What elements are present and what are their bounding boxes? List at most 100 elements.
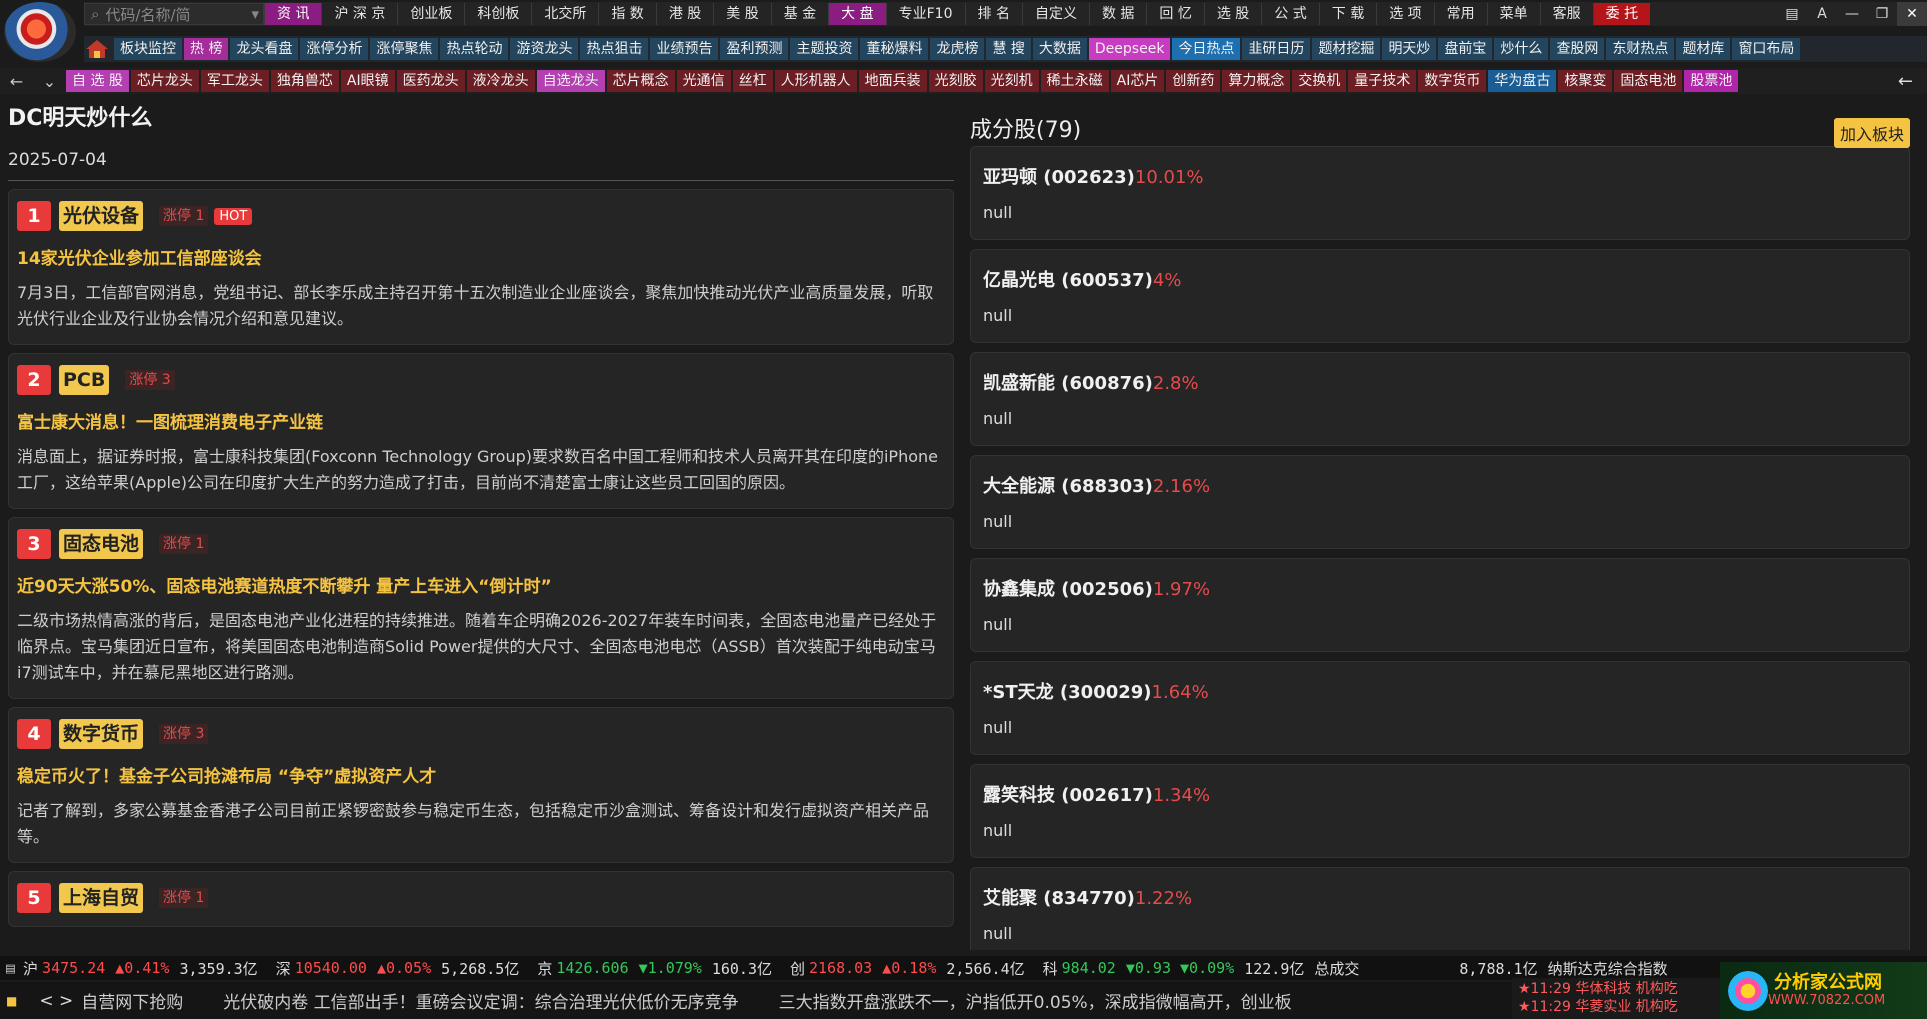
feature-tab[interactable]: 窗口布局 bbox=[1732, 38, 1801, 60]
stock-name[interactable]: 亚玛顿 (002623) bbox=[983, 167, 1135, 188]
sector-tab[interactable]: 核聚变 bbox=[1558, 70, 1613, 92]
ticker-item[interactable]: 三大指数开盘涨跌不一，沪指低开0.05%，深成指微幅高开，创业板 bbox=[779, 988, 1292, 1013]
collapse-arrow-icon[interactable]: ← bbox=[1898, 71, 1913, 92]
feature-tab[interactable]: 东财热点 bbox=[1606, 38, 1675, 60]
sector-tab[interactable]: 液冷龙头 bbox=[466, 70, 535, 92]
sector-tab[interactable]: 人形机器人 bbox=[774, 70, 857, 92]
stock-card[interactable]: 亚玛顿 (002623)10.01% null bbox=[970, 146, 1910, 240]
feature-tab[interactable]: 大数据 bbox=[1032, 38, 1087, 60]
alert-item[interactable]: ★11:29 华体科技 机构吃 bbox=[1518, 980, 1718, 998]
home-icon[interactable] bbox=[84, 38, 110, 60]
app-logo-icon[interactable] bbox=[4, 2, 76, 62]
sector-tag[interactable]: 固态电池 bbox=[59, 529, 144, 559]
sector-tab[interactable]: AI眼镜 bbox=[340, 70, 395, 92]
sector-tab[interactable]: 交换机 bbox=[1292, 70, 1347, 92]
stock-name[interactable]: 协鑫集成 (002506) bbox=[983, 579, 1153, 600]
minimize-icon[interactable]: — bbox=[1837, 2, 1867, 26]
feature-tab[interactable]: 热 榜 bbox=[184, 38, 229, 60]
menu-button[interactable]: 排 名 bbox=[964, 3, 1022, 25]
sector-tab[interactable]: 地面兵装 bbox=[858, 70, 927, 92]
sector-tab[interactable]: 稀土永磁 bbox=[1040, 70, 1109, 92]
news-card[interactable]: 3 固态电池 涨停 1 近90天大涨50%、固态电池赛道热度不断攀升 量产上车进入“倒… bbox=[8, 517, 954, 699]
kc-label[interactable]: 科 bbox=[1043, 958, 1058, 979]
sector-tag[interactable]: 上海自贸 bbox=[59, 883, 144, 913]
sector-tab[interactable]: 光刻机 bbox=[984, 70, 1039, 92]
menu-button[interactable]: 选 股 bbox=[1203, 3, 1261, 25]
feature-tab[interactable]: 涨停聚焦 bbox=[370, 38, 439, 60]
stock-card[interactable]: 艾能聚 (834770)1.22% null bbox=[970, 867, 1910, 950]
menu-button[interactable]: 北交所 bbox=[531, 3, 598, 25]
news-headline[interactable]: 富士康大消息！一图梳理消费电子产业链 bbox=[17, 412, 945, 434]
chevron-down-icon[interactable]: ▾ bbox=[251, 5, 259, 23]
feature-tab[interactable]: 涨停分析 bbox=[300, 38, 369, 60]
feature-tab[interactable]: 游资龙头 bbox=[510, 38, 579, 60]
sector-tab[interactable]: AI芯片 bbox=[1110, 70, 1165, 92]
stock-card[interactable]: 亿晶光电 (600537)4% null bbox=[970, 249, 1910, 343]
sector-tab[interactable]: 军工龙头 bbox=[200, 70, 269, 92]
sector-tab[interactable]: 医药龙头 bbox=[396, 70, 465, 92]
stock-card[interactable]: 凯盛新能 (600876)2.8% null bbox=[970, 352, 1910, 446]
alert-item[interactable]: ★11:29 华菱实业 机构吃 bbox=[1518, 998, 1718, 1016]
feature-tab[interactable]: 题材库 bbox=[1676, 38, 1731, 60]
stock-name[interactable]: 露笑科技 (002617) bbox=[983, 785, 1153, 806]
menu-button[interactable]: 选 项 bbox=[1376, 3, 1433, 25]
pin-icon[interactable]: ▤ bbox=[1777, 2, 1807, 26]
back-arrow-icon[interactable]: ← bbox=[10, 72, 23, 91]
stock-card[interactable]: 协鑫集成 (002506)1.97% null bbox=[970, 558, 1910, 652]
feature-tab[interactable]: 板块监控 bbox=[114, 38, 182, 60]
menu-button[interactable]: 客服 bbox=[1539, 3, 1593, 25]
cy-label[interactable]: 创 bbox=[790, 958, 805, 979]
add-to-sector-button[interactable]: 加入板块 bbox=[1833, 118, 1910, 148]
search-input[interactable]: ⌕ 代码/名称/简 ▾ bbox=[84, 3, 264, 25]
sz-label[interactable]: 深 bbox=[276, 958, 291, 979]
menu-button[interactable]: 创业板 bbox=[397, 3, 464, 25]
sector-tab[interactable]: 固态电池 bbox=[1614, 70, 1683, 92]
feature-tab[interactable]: 龙虎榜 bbox=[930, 38, 985, 60]
menu-button[interactable]: 大 盘 bbox=[828, 3, 886, 25]
news-headline[interactable]: 近90天大涨50%、固态电池赛道热度不断攀升 量产上车进入“倒计时” bbox=[17, 576, 945, 598]
menu-button[interactable]: 基 金 bbox=[770, 3, 828, 25]
menu-button[interactable]: 指 数 bbox=[598, 3, 655, 25]
sector-tab[interactable]: 股票池 bbox=[1684, 70, 1739, 92]
menu-button[interactable]: 资 讯 bbox=[264, 3, 322, 25]
feature-tab[interactable]: 业绩预告 bbox=[650, 38, 719, 60]
feature-tab[interactable]: 盘前宝 bbox=[1438, 38, 1493, 60]
sector-tab[interactable]: 独角兽芯 bbox=[270, 70, 339, 92]
ticker-item[interactable]: 光伏破内卷 工信部出手！重磅会议定调：综合治理光伏低价无序竞争 bbox=[223, 988, 738, 1013]
menu-button[interactable]: 回 忆 bbox=[1146, 3, 1203, 25]
sector-tab[interactable]: 芯片概念 bbox=[606, 70, 675, 92]
feature-tab[interactable]: 盈利预测 bbox=[720, 38, 789, 60]
stock-name[interactable]: 亿晶光电 (600537) bbox=[983, 270, 1153, 291]
ticker-nav-icon[interactable]: < > bbox=[39, 991, 73, 1011]
menu-button[interactable]: 美 股 bbox=[713, 3, 770, 25]
stock-card[interactable]: 露笑科技 (002617)1.34% null bbox=[970, 764, 1910, 858]
menu-button[interactable]: 沪 深 京 bbox=[321, 3, 397, 25]
sector-tab[interactable]: 芯片龙头 bbox=[130, 70, 199, 92]
menu-button[interactable]: 专业F10 bbox=[885, 3, 965, 25]
nasdaq-label[interactable]: 纳斯达克综合指数 bbox=[1548, 958, 1668, 979]
stock-name[interactable]: 大全能源 (688303) bbox=[983, 476, 1153, 497]
sector-tab[interactable]: 光刻胶 bbox=[928, 70, 983, 92]
menu-button[interactable]: 自定义 bbox=[1021, 3, 1089, 25]
feature-tab[interactable]: 慧 搜 bbox=[986, 38, 1031, 60]
menu-button[interactable]: 港 股 bbox=[655, 3, 713, 25]
feature-tab[interactable]: 题材挖掘 bbox=[1312, 38, 1381, 60]
feature-tab[interactable]: 热点狙击 bbox=[580, 38, 649, 60]
stock-name[interactable]: *ST天龙 (300029) bbox=[983, 682, 1152, 703]
menu-button[interactable]: 科创板 bbox=[464, 3, 531, 25]
sh-label[interactable]: 沪 bbox=[23, 958, 38, 979]
sector-tab[interactable]: 光通信 bbox=[676, 70, 731, 92]
news-card[interactable]: 2 PCB 涨停 3 富士康大消息！一图梳理消费电子产业链 消息面上，据证券时报，富士康… bbox=[8, 353, 954, 509]
bj-label[interactable]: 京 bbox=[537, 958, 552, 979]
stock-card[interactable]: *ST天龙 (300029)1.64% null bbox=[970, 661, 1910, 755]
menu-button[interactable]: 委 托 bbox=[1592, 3, 1651, 25]
feature-tab[interactable]: 董秘爆料 bbox=[860, 38, 929, 60]
news-card[interactable]: 1 光伏设备 涨停 1 HOT 14家光伏企业参加工信部座谈会 7月3日，工信部官网消息，… bbox=[8, 189, 954, 345]
feature-tab[interactable]: 明天炒 bbox=[1382, 38, 1437, 60]
feature-tab[interactable]: 韭研日历 bbox=[1242, 38, 1311, 60]
menu-button[interactable]: 菜单 bbox=[1486, 3, 1540, 25]
stock-name[interactable]: 凯盛新能 (600876) bbox=[983, 373, 1153, 394]
sector-tab[interactable]: 创新药 bbox=[1166, 70, 1221, 92]
feature-tab[interactable]: Deepseek bbox=[1088, 38, 1171, 60]
ticker-item[interactable]: 自营网下抢购 bbox=[81, 988, 183, 1013]
